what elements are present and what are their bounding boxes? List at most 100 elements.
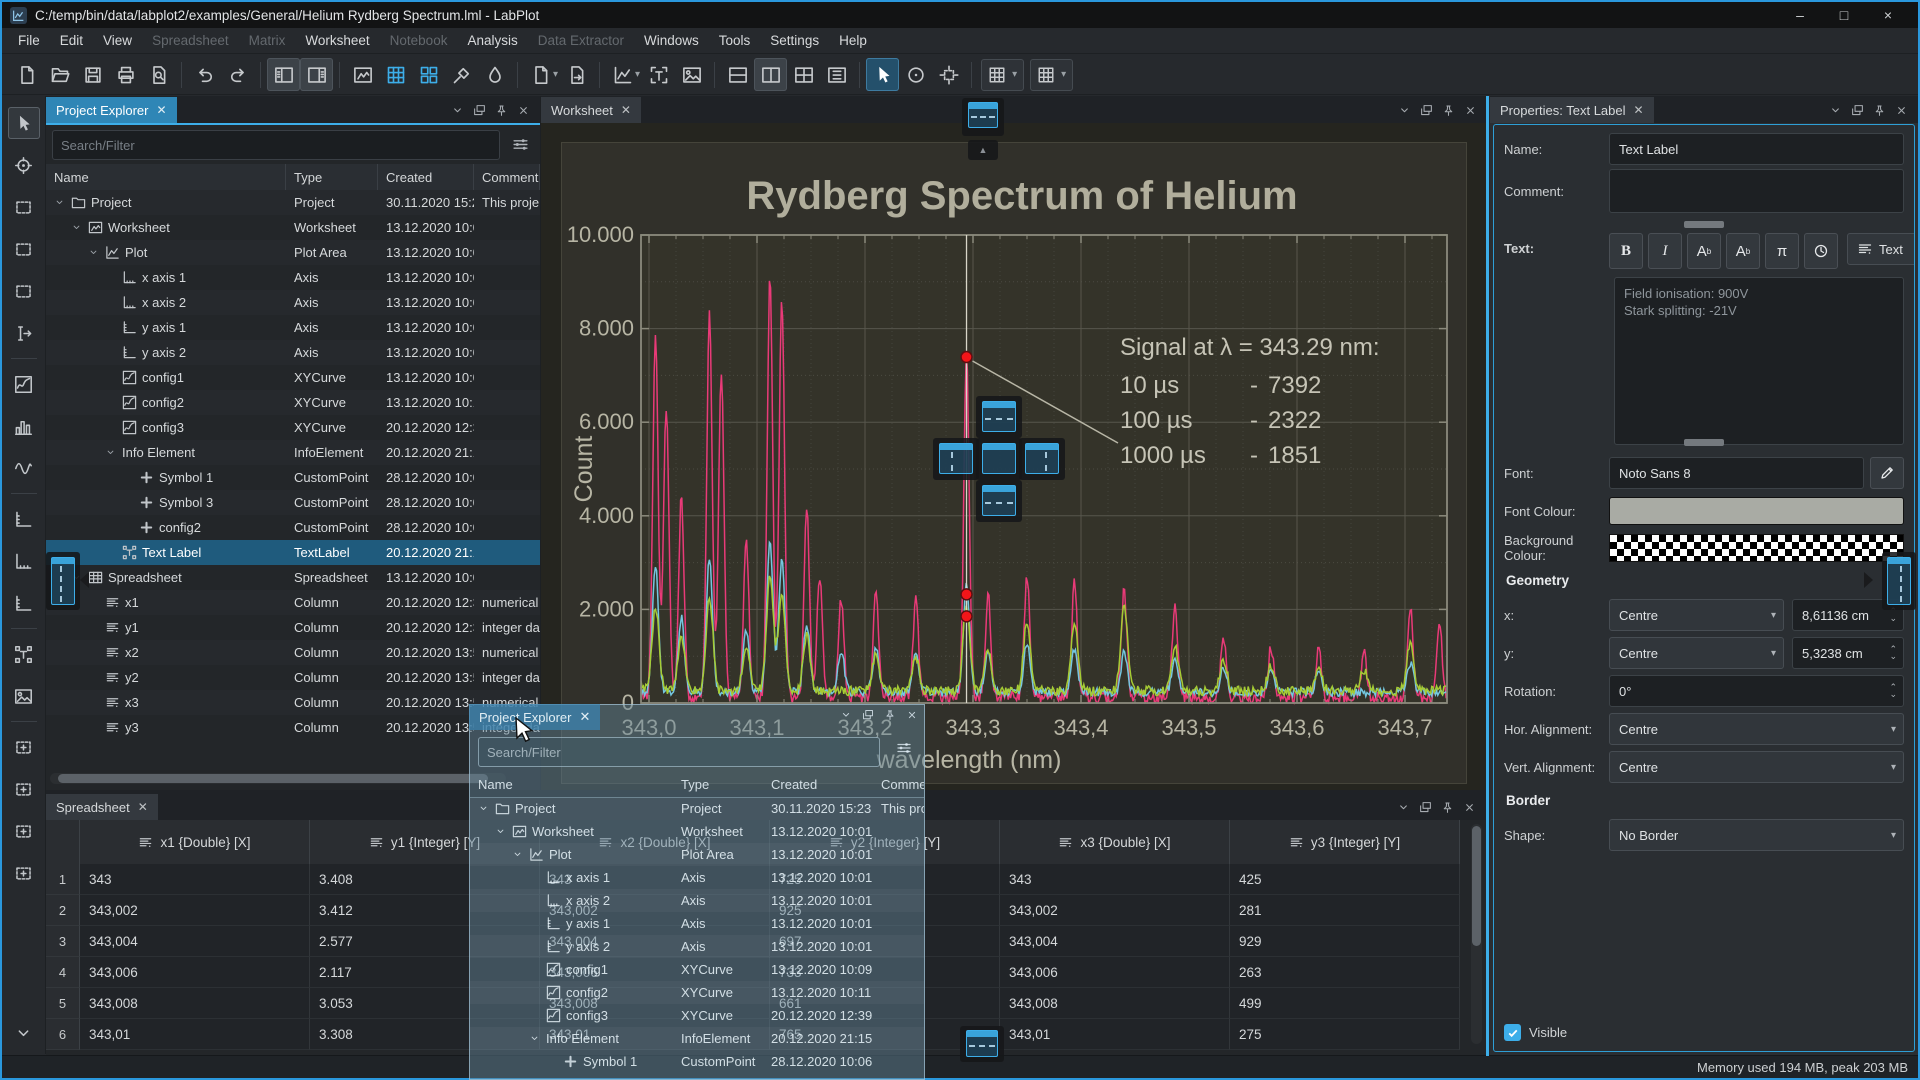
menu-edit[interactable]: Edit bbox=[50, 29, 93, 52]
close-button[interactable]: × bbox=[1866, 3, 1910, 27]
tree-row-config1[interactable]: config1XYCurve13.12.2020 10:09 bbox=[470, 958, 924, 981]
tree-row-config3[interactable]: config3XYCurve20.12.2020 12:39 bbox=[46, 415, 540, 440]
menu-settings[interactable]: Settings bbox=[760, 29, 829, 52]
zoom-circle-button[interactable] bbox=[899, 58, 932, 91]
close-icon[interactable] bbox=[514, 101, 532, 119]
select-region-tool[interactable] bbox=[8, 191, 40, 223]
tree-row-config1[interactable]: config1XYCurve13.12.2020 10:09 bbox=[46, 365, 540, 390]
datetime-button[interactable] bbox=[1804, 233, 1838, 269]
column-header[interactable]: y3 {Integer} [Y] bbox=[1230, 820, 1460, 864]
chevron-down-icon[interactable] bbox=[88, 247, 100, 258]
tree-row-x3[interactable]: x3Column20.12.2020 13:56numerical bbox=[46, 690, 540, 715]
minimize-button[interactable]: – bbox=[1778, 3, 1822, 27]
float-panel-icon[interactable] bbox=[1416, 798, 1434, 816]
tree-row-config2[interactable]: config2XYCurve13.12.2020 10:11 bbox=[46, 390, 540, 415]
chevron-down-icon[interactable] bbox=[1826, 101, 1844, 119]
visible-checkbox[interactable] bbox=[1504, 1024, 1521, 1041]
tree-row-x-axis-2[interactable]: x axis 2Axis13.12.2020 10:01 bbox=[46, 290, 540, 315]
row-number[interactable]: 6 bbox=[46, 1019, 80, 1050]
vert-alignment-dropdown[interactable]: Centre▾ bbox=[1609, 751, 1904, 783]
close-icon[interactable]: ✕ bbox=[621, 103, 631, 117]
menu-worksheet[interactable]: Worksheet bbox=[295, 29, 379, 52]
floating-project-explorer[interactable]: Project Explorer✕ Search/Filter Name Typ… bbox=[469, 704, 925, 1080]
new-matrix-button[interactable] bbox=[412, 58, 445, 91]
row-number[interactable]: 2 bbox=[46, 895, 80, 926]
zoom-select-tool[interactable] bbox=[8, 773, 40, 805]
chevron-down-icon[interactable] bbox=[512, 849, 524, 860]
tree-row-y-axis-2[interactable]: y axis 2Axis13.12.2020 10:01 bbox=[470, 935, 924, 958]
tree-row-y-axis-2[interactable]: y axis 2Axis13.12.2020 10:01 bbox=[46, 340, 540, 365]
symbol-pi-button[interactable]: π bbox=[1765, 233, 1799, 269]
tree-row-plot[interactable]: PlotPlot Area13.12.2020 10:01 bbox=[470, 843, 924, 866]
layout-4-button[interactable] bbox=[820, 58, 853, 91]
pin-icon[interactable] bbox=[492, 101, 510, 119]
tab-spreadsheet[interactable]: Spreadsheet✕ bbox=[46, 794, 158, 820]
pin-icon[interactable] bbox=[882, 707, 898, 723]
search-input[interactable]: Search/Filter bbox=[52, 130, 500, 160]
y-value-spinner[interactable]: 5,3238 cm⌃⌄ bbox=[1792, 637, 1904, 669]
data-cell[interactable]: 343,008 bbox=[1000, 988, 1230, 1019]
data-cell[interactable]: 499 bbox=[1230, 988, 1460, 1019]
tree-row-x2[interactable]: x2Column20.12.2020 13:55numerical bbox=[46, 640, 540, 665]
new-worksheet-button[interactable] bbox=[346, 58, 379, 91]
float-panel-icon[interactable] bbox=[1417, 101, 1435, 119]
data-cell[interactable]: 343 bbox=[1000, 864, 1230, 895]
subscript-button[interactable]: Ab bbox=[1726, 233, 1760, 269]
histogram-tool[interactable] bbox=[8, 410, 40, 442]
select-region-tool[interactable] bbox=[8, 233, 40, 265]
tree-row-project[interactable]: ProjectProject30.11.2020 15:23This proje bbox=[470, 797, 924, 820]
zoom-select-tool[interactable] bbox=[8, 731, 40, 763]
tree-row-y-axis-1[interactable]: y axis 1Axis13.12.2020 10:01 bbox=[470, 912, 924, 935]
shape-dropdown[interactable]: No Border▾ bbox=[1609, 819, 1904, 851]
data-cell[interactable]: 343 bbox=[80, 864, 310, 895]
target-tool[interactable] bbox=[8, 149, 40, 181]
row-number[interactable]: 1 bbox=[46, 864, 80, 895]
row-number[interactable]: 5 bbox=[46, 988, 80, 1019]
zoom-select-tool[interactable] bbox=[8, 815, 40, 847]
y-mode-dropdown[interactable]: Centre▾ bbox=[1609, 637, 1784, 669]
chevron-down-icon[interactable] bbox=[529, 1033, 541, 1044]
horizontal-scrollbar[interactable] bbox=[50, 773, 506, 784]
tree-row-config2[interactable]: config2XYCurve13.12.2020 10:11 bbox=[470, 981, 924, 1004]
data-cell[interactable]: 281 bbox=[1230, 895, 1460, 926]
pin-icon[interactable] bbox=[1439, 101, 1457, 119]
superscript-button[interactable]: Ab bbox=[1687, 233, 1721, 269]
chevron-down-icon[interactable] bbox=[1394, 798, 1412, 816]
tab-project-explorer-floating[interactable]: Project Explorer✕ bbox=[469, 704, 600, 730]
tree-row-y-axis-1[interactable]: y axis 1Axis13.12.2020 10:01 bbox=[46, 315, 540, 340]
fourier-tool[interactable] bbox=[8, 452, 40, 484]
new-spreadsheet-button[interactable] bbox=[379, 58, 412, 91]
zoom-select-tool[interactable] bbox=[8, 857, 40, 889]
chevron-down-icon[interactable] bbox=[1395, 101, 1413, 119]
chevron-down-icon[interactable] bbox=[448, 101, 466, 119]
column-header[interactable]: x3 {Double} [X] bbox=[1000, 820, 1230, 864]
menu-analysis[interactable]: Analysis bbox=[457, 29, 527, 52]
data-cell[interactable]: 343,002 bbox=[1000, 895, 1230, 926]
tab-worksheet[interactable]: Worksheet✕ bbox=[541, 97, 641, 123]
background-colour-swatch[interactable] bbox=[1609, 534, 1904, 562]
data-cell[interactable]: 343,004 bbox=[1000, 926, 1230, 957]
close-icon[interactable]: ✕ bbox=[1634, 103, 1644, 117]
maximize-button[interactable]: □ bbox=[1822, 3, 1866, 27]
tree-row-info-element[interactable]: Info ElementInfoElement20.12.2020 21:15 bbox=[470, 1027, 924, 1050]
tree-row-x-axis-2[interactable]: x axis 2Axis13.12.2020 10:01 bbox=[470, 889, 924, 912]
chevron-down-icon[interactable] bbox=[105, 447, 117, 458]
row-number[interactable]: 3 bbox=[46, 926, 80, 957]
dropdown-arrow-icon[interactable]: ▾ bbox=[635, 69, 640, 80]
axis-y-tool[interactable] bbox=[8, 503, 40, 535]
menu-windows[interactable]: Windows bbox=[634, 29, 709, 52]
chevron-down-icon[interactable] bbox=[838, 707, 854, 723]
layout-1-button[interactable] bbox=[721, 58, 754, 91]
image-frame-button[interactable] bbox=[675, 58, 708, 91]
vertical-scrollbar[interactable] bbox=[1471, 824, 1482, 1044]
chevron-down-icon[interactable] bbox=[478, 803, 490, 814]
dropdown-arrow-icon[interactable]: ▾ bbox=[553, 69, 558, 80]
close-icon[interactable] bbox=[1460, 798, 1478, 816]
tree-row-symbol-1[interactable]: Symbol 1CustomPoint28.12.2020 10:06 bbox=[46, 465, 540, 490]
titlebar[interactable]: C:/temp/bin/data/labplot2/examples/Gener… bbox=[2, 2, 1918, 28]
tree-header[interactable]: Name Type Created Comment bbox=[46, 164, 540, 191]
filter-icon[interactable] bbox=[508, 132, 532, 156]
text-label-tool[interactable] bbox=[8, 638, 40, 670]
data-cell[interactable]: 343,01 bbox=[1000, 1019, 1230, 1050]
search-input[interactable]: Search/Filter bbox=[478, 737, 880, 767]
